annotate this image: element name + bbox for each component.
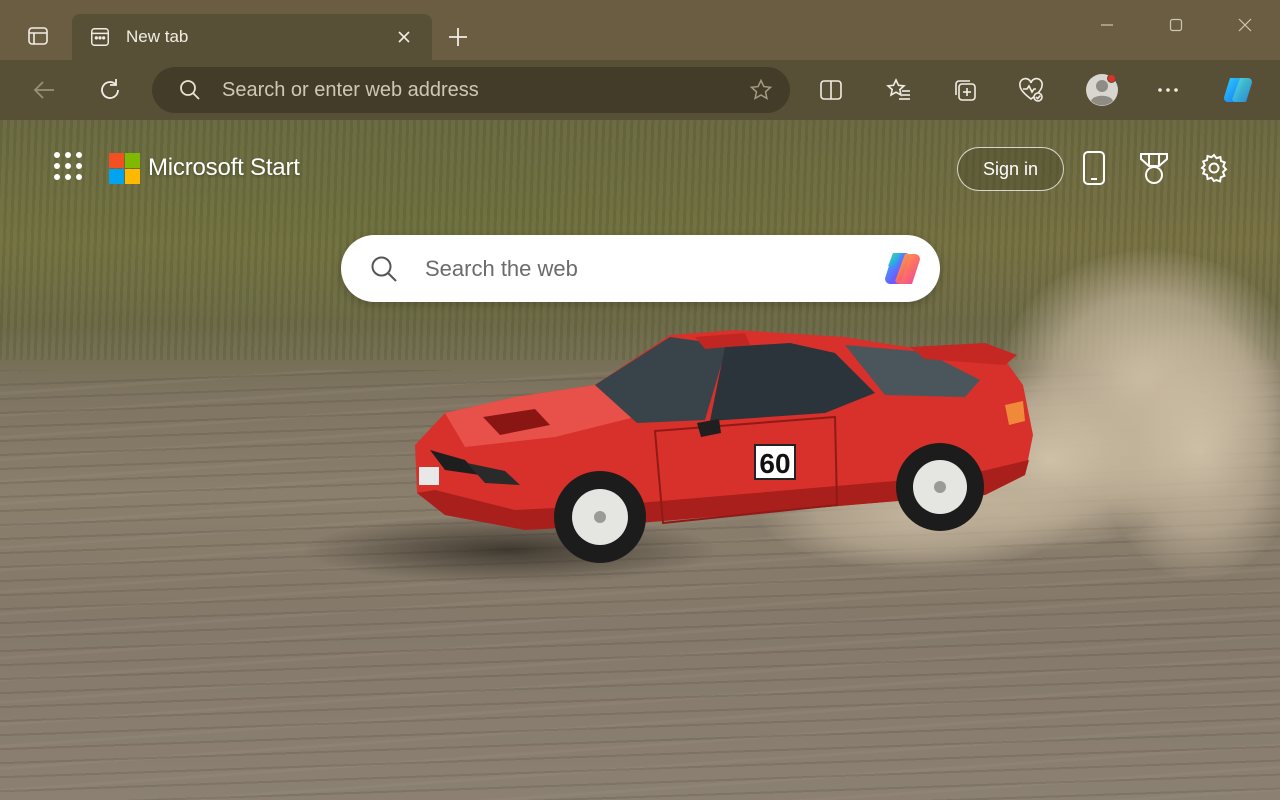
close-icon <box>398 31 410 43</box>
title-bar: New tab <box>0 0 1280 60</box>
brand-name: Microsoft Start <box>148 154 300 181</box>
web-search-box[interactable] <box>341 235 940 302</box>
app-launcher-icon <box>54 152 60 158</box>
copilot-icon <box>885 252 920 284</box>
address-bar[interactable] <box>152 67 790 113</box>
favorites-button[interactable] <box>879 70 919 110</box>
rewards-button[interactable] <box>1134 148 1174 188</box>
add-favorite-button[interactable] <box>746 75 776 105</box>
heart-pulse-icon <box>1019 77 1043 102</box>
browser-toolbar <box>0 60 1280 120</box>
window-close-icon <box>1238 18 1252 32</box>
favorites-icon <box>886 78 910 100</box>
tab-title: New tab <box>126 27 189 46</box>
star-icon <box>749 78 773 100</box>
car-number: 60 <box>759 448 790 479</box>
collections-button[interactable] <box>945 70 985 110</box>
gear-icon <box>1200 153 1228 183</box>
back-arrow-icon <box>33 81 54 99</box>
tab-actions-icon <box>28 27 48 45</box>
minimize-icon <box>1101 24 1113 26</box>
notification-dot <box>1107 74 1116 83</box>
mobile-app-button[interactable] <box>1074 148 1114 188</box>
window-close-button[interactable] <box>1221 6 1269 44</box>
refresh-button[interactable] <box>90 70 130 110</box>
background-photo: 60 <box>0 120 1280 800</box>
back-button[interactable] <box>24 70 64 110</box>
split-screen-button[interactable] <box>811 70 851 110</box>
address-input[interactable] <box>222 78 746 102</box>
collections-icon <box>955 80 976 101</box>
minimize-button[interactable] <box>1083 6 1131 44</box>
new-tab-page-icon <box>88 25 112 49</box>
search-icon <box>180 80 200 100</box>
browser-essentials-button[interactable] <box>1011 70 1051 110</box>
app-launcher-button[interactable] <box>50 148 86 184</box>
copilot-search-button[interactable] <box>878 245 926 293</box>
more-options-button[interactable] <box>1148 70 1188 110</box>
maximize-icon <box>1169 18 1183 32</box>
settings-button[interactable] <box>1194 148 1234 188</box>
tab-actions-button[interactable] <box>18 18 58 54</box>
microsoft-start-brand[interactable]: Microsoft Start <box>109 152 300 184</box>
search-icon <box>371 256 397 282</box>
plus-icon <box>449 28 467 46</box>
copilot-icon <box>1224 78 1252 102</box>
refresh-icon <box>101 79 119 99</box>
more-dots-icon <box>1158 88 1178 92</box>
web-search-input[interactable] <box>425 255 878 282</box>
rally-car-image: 60 <box>415 330 1033 563</box>
split-screen-icon <box>820 80 842 100</box>
microsoft-logo <box>109 152 140 184</box>
tab-close-button[interactable] <box>390 23 418 51</box>
maximize-button[interactable] <box>1152 6 1200 44</box>
new-tab-button[interactable] <box>440 20 476 54</box>
tab-new-tab[interactable]: New tab <box>72 14 432 60</box>
copilot-sidebar-button[interactable] <box>1218 70 1258 110</box>
phone-icon <box>1083 151 1105 185</box>
profile-button[interactable] <box>1082 70 1122 110</box>
rewards-trophy-icon <box>1140 153 1168 184</box>
sign-in-button[interactable]: Sign in <box>957 147 1064 191</box>
